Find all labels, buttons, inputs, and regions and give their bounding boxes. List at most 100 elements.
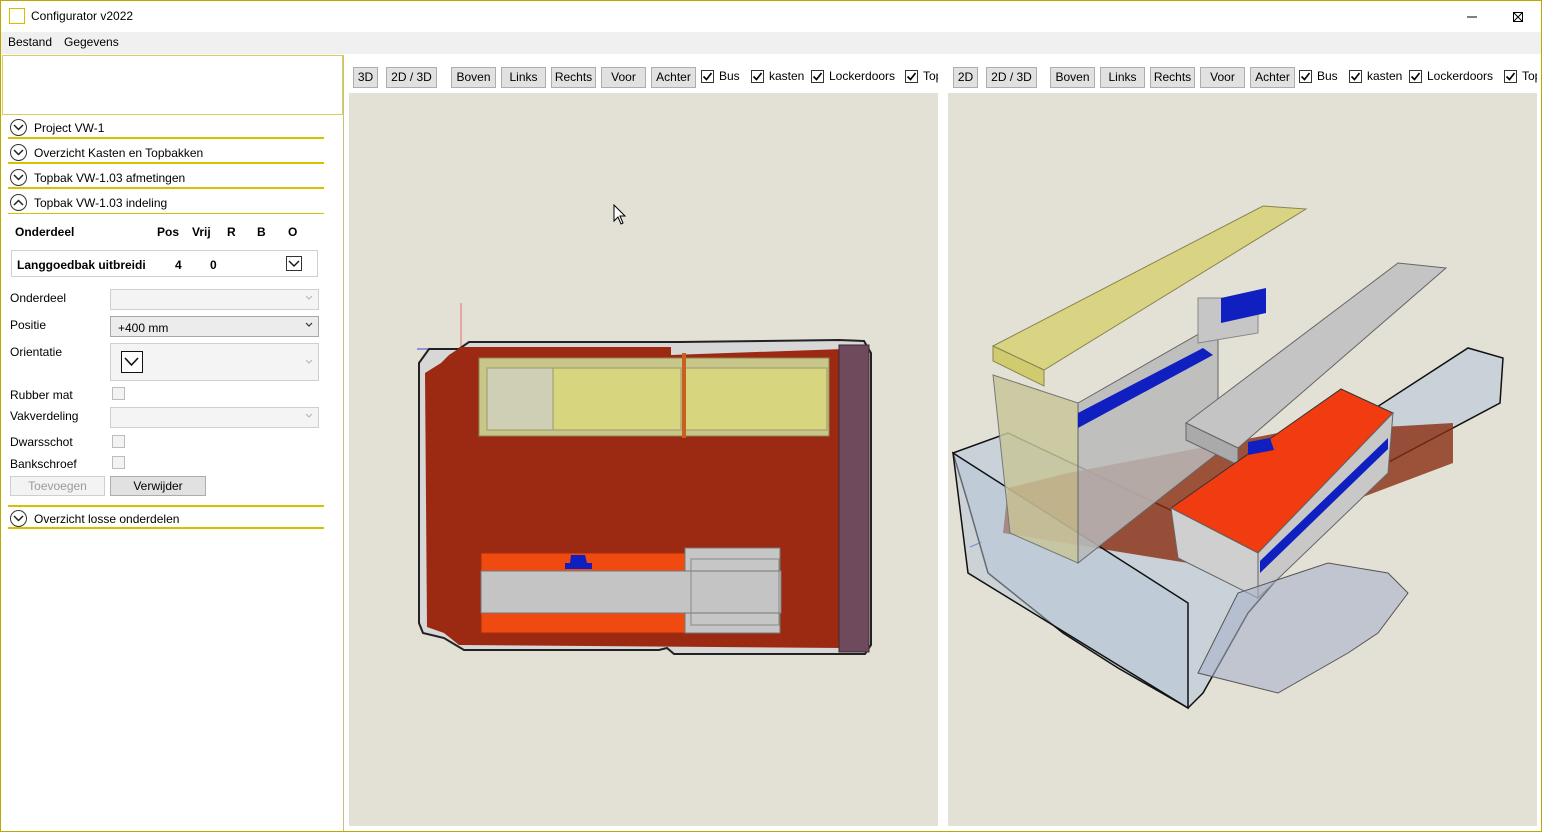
chevron-down-icon	[305, 322, 313, 327]
view-2d3d-button[interactable]: 2D / 3D	[986, 67, 1037, 88]
chevron-down-icon	[121, 351, 143, 373]
view-rechts-button[interactable]: Rechts	[551, 67, 596, 88]
view-voor-button[interactable]: Voor	[601, 67, 646, 88]
positie-select[interactable]: +400 mm	[110, 316, 319, 337]
app-window: Configurator v2022 Bestand Gegevens Proj…	[0, 0, 1542, 832]
close-button[interactable]	[1495, 1, 1541, 32]
lockerdoors-label: Lockerdoors	[1427, 69, 1494, 83]
section-label: Topbak VW-1.03 afmetingen	[34, 171, 186, 185]
check-icon	[1300, 72, 1311, 81]
col-pos: Pos	[157, 225, 180, 239]
vakverdeling-select[interactable]	[110, 407, 319, 428]
app-icon	[9, 8, 25, 24]
dwarsschot-checkbox[interactable]	[112, 435, 125, 448]
top-label: Top	[1522, 69, 1537, 83]
close-icon	[1513, 11, 1523, 22]
rubber-mat-checkbox[interactable]	[112, 387, 125, 400]
check-icon	[1350, 72, 1361, 81]
bus-checkbox[interactable]	[1299, 70, 1312, 83]
chevron-down-icon	[305, 295, 313, 300]
lockerdoors-checkbox[interactable]	[811, 70, 824, 83]
view-2d-button[interactable]: 2D	[953, 67, 978, 88]
check-icon	[1505, 72, 1516, 81]
menu-gegevens[interactable]: Gegevens	[64, 35, 119, 49]
left-3d-viewport[interactable]	[349, 93, 938, 826]
van-3d-view	[952, 205, 1504, 710]
chevron-down-icon	[305, 359, 313, 364]
view-links-button[interactable]: Links	[1100, 67, 1145, 88]
mouse-cursor-icon	[613, 204, 627, 225]
left-viewport-toolbar: 3D 2D / 3D Boven Links Rechts Voor Achte…	[353, 65, 938, 89]
section-label: Overzicht Kasten en Topbakken	[34, 146, 204, 160]
toevoegen-button[interactable]: Toevoegen	[10, 476, 105, 496]
right-viewport-toolbar: 2D 2D / 3D Boven Links Rechts Voor Achte…	[953, 65, 1537, 89]
menu-bar: Bestand Gegevens	[1, 32, 1541, 54]
positie-label: Positie	[10, 318, 47, 332]
view-3d-button[interactable]: 3D	[353, 67, 378, 88]
view-boven-button[interactable]: Boven	[451, 67, 496, 88]
positie-value: +400 mm	[118, 321, 169, 335]
top-checkbox[interactable]	[905, 70, 918, 83]
table-row[interactable]: Langgoedbak uitbreidi 4 0	[11, 250, 318, 277]
bus-label: Bus	[719, 69, 740, 83]
row-onderdeel: Langgoedbak uitbreidi	[17, 258, 146, 272]
section-label: Overzicht losse onderdelen	[34, 512, 180, 526]
row-pos: 4	[175, 258, 182, 272]
section-afmetingen[interactable]: Topbak VW-1.03 afmetingen	[8, 167, 324, 189]
top-checkbox[interactable]	[1504, 70, 1517, 83]
van-top-view	[417, 303, 872, 655]
chevron-down-icon[interactable]	[10, 144, 27, 161]
chevron-up-icon[interactable]	[10, 194, 27, 211]
col-b: B	[257, 225, 266, 239]
chevron-down-icon	[305, 413, 313, 418]
chevron-down-icon[interactable]	[10, 169, 27, 186]
check-icon	[812, 72, 823, 81]
view-2d3d-button[interactable]: 2D / 3D	[386, 67, 437, 88]
view-voor-button[interactable]: Voor	[1200, 67, 1245, 88]
section-label: Project VW-1	[34, 121, 105, 135]
view-links-button[interactable]: Links	[501, 67, 546, 88]
minimize-button[interactable]	[1449, 1, 1495, 32]
dwarsschot-label: Dwarsschot	[10, 435, 73, 449]
kasten-checkbox[interactable]	[1349, 70, 1362, 83]
col-onderdeel: Onderdeel	[15, 225, 75, 239]
view-achter-button[interactable]: Achter	[651, 67, 696, 88]
logo-area	[2, 55, 343, 115]
chevron-down-icon[interactable]	[10, 119, 27, 136]
section-overzicht-kasten[interactable]: Overzicht Kasten en Topbakken	[8, 142, 324, 164]
check-icon	[1410, 72, 1421, 81]
vakverdeling-label: Vakverdeling	[10, 409, 79, 423]
orientatie-label: Orientatie	[10, 345, 63, 359]
col-o: O	[288, 225, 298, 239]
onderdeel-select[interactable]	[110, 289, 319, 310]
view-rechts-button[interactable]: Rechts	[1150, 67, 1195, 88]
orientation-down-toggle[interactable]	[286, 256, 302, 271]
section-label: Topbak VW-1.03 indeling	[34, 196, 168, 210]
rubber-mat-label: Rubber mat	[10, 388, 73, 402]
check-icon	[752, 72, 763, 81]
chevron-down-icon[interactable]	[10, 510, 27, 527]
left-panel: Project VW-1 Overzicht Kasten en Topbakk…	[2, 55, 344, 831]
kasten-label: kasten	[769, 69, 805, 83]
bus-checkbox[interactable]	[701, 70, 714, 83]
orientatie-select[interactable]	[110, 343, 319, 381]
view-achter-button[interactable]: Achter	[1250, 67, 1295, 88]
bankschroef-checkbox[interactable]	[112, 456, 125, 469]
chevron-down-icon	[288, 260, 300, 267]
row-vrij: 0	[210, 258, 217, 272]
menu-bestand[interactable]: Bestand	[8, 35, 52, 49]
lockerdoors-checkbox[interactable]	[1409, 70, 1422, 83]
bus-label: Bus	[1317, 69, 1338, 83]
kasten-checkbox[interactable]	[751, 70, 764, 83]
lockerdoors-label: Lockerdoors	[829, 69, 896, 83]
top-label: Top	[923, 69, 938, 83]
view-boven-button[interactable]: Boven	[1050, 67, 1095, 88]
title-bar: Configurator v2022	[1, 1, 1541, 32]
section-indeling[interactable]: Topbak VW-1.03 indeling	[8, 192, 324, 214]
section-losse-onderdelen[interactable]: Overzicht losse onderdelen	[8, 505, 324, 529]
kasten-label: kasten	[1367, 69, 1403, 83]
window-title: Configurator v2022	[31, 9, 134, 23]
right-3d-viewport[interactable]	[948, 93, 1537, 826]
verwijder-button[interactable]: Verwijder	[110, 476, 206, 496]
section-project[interactable]: Project VW-1	[8, 117, 324, 139]
